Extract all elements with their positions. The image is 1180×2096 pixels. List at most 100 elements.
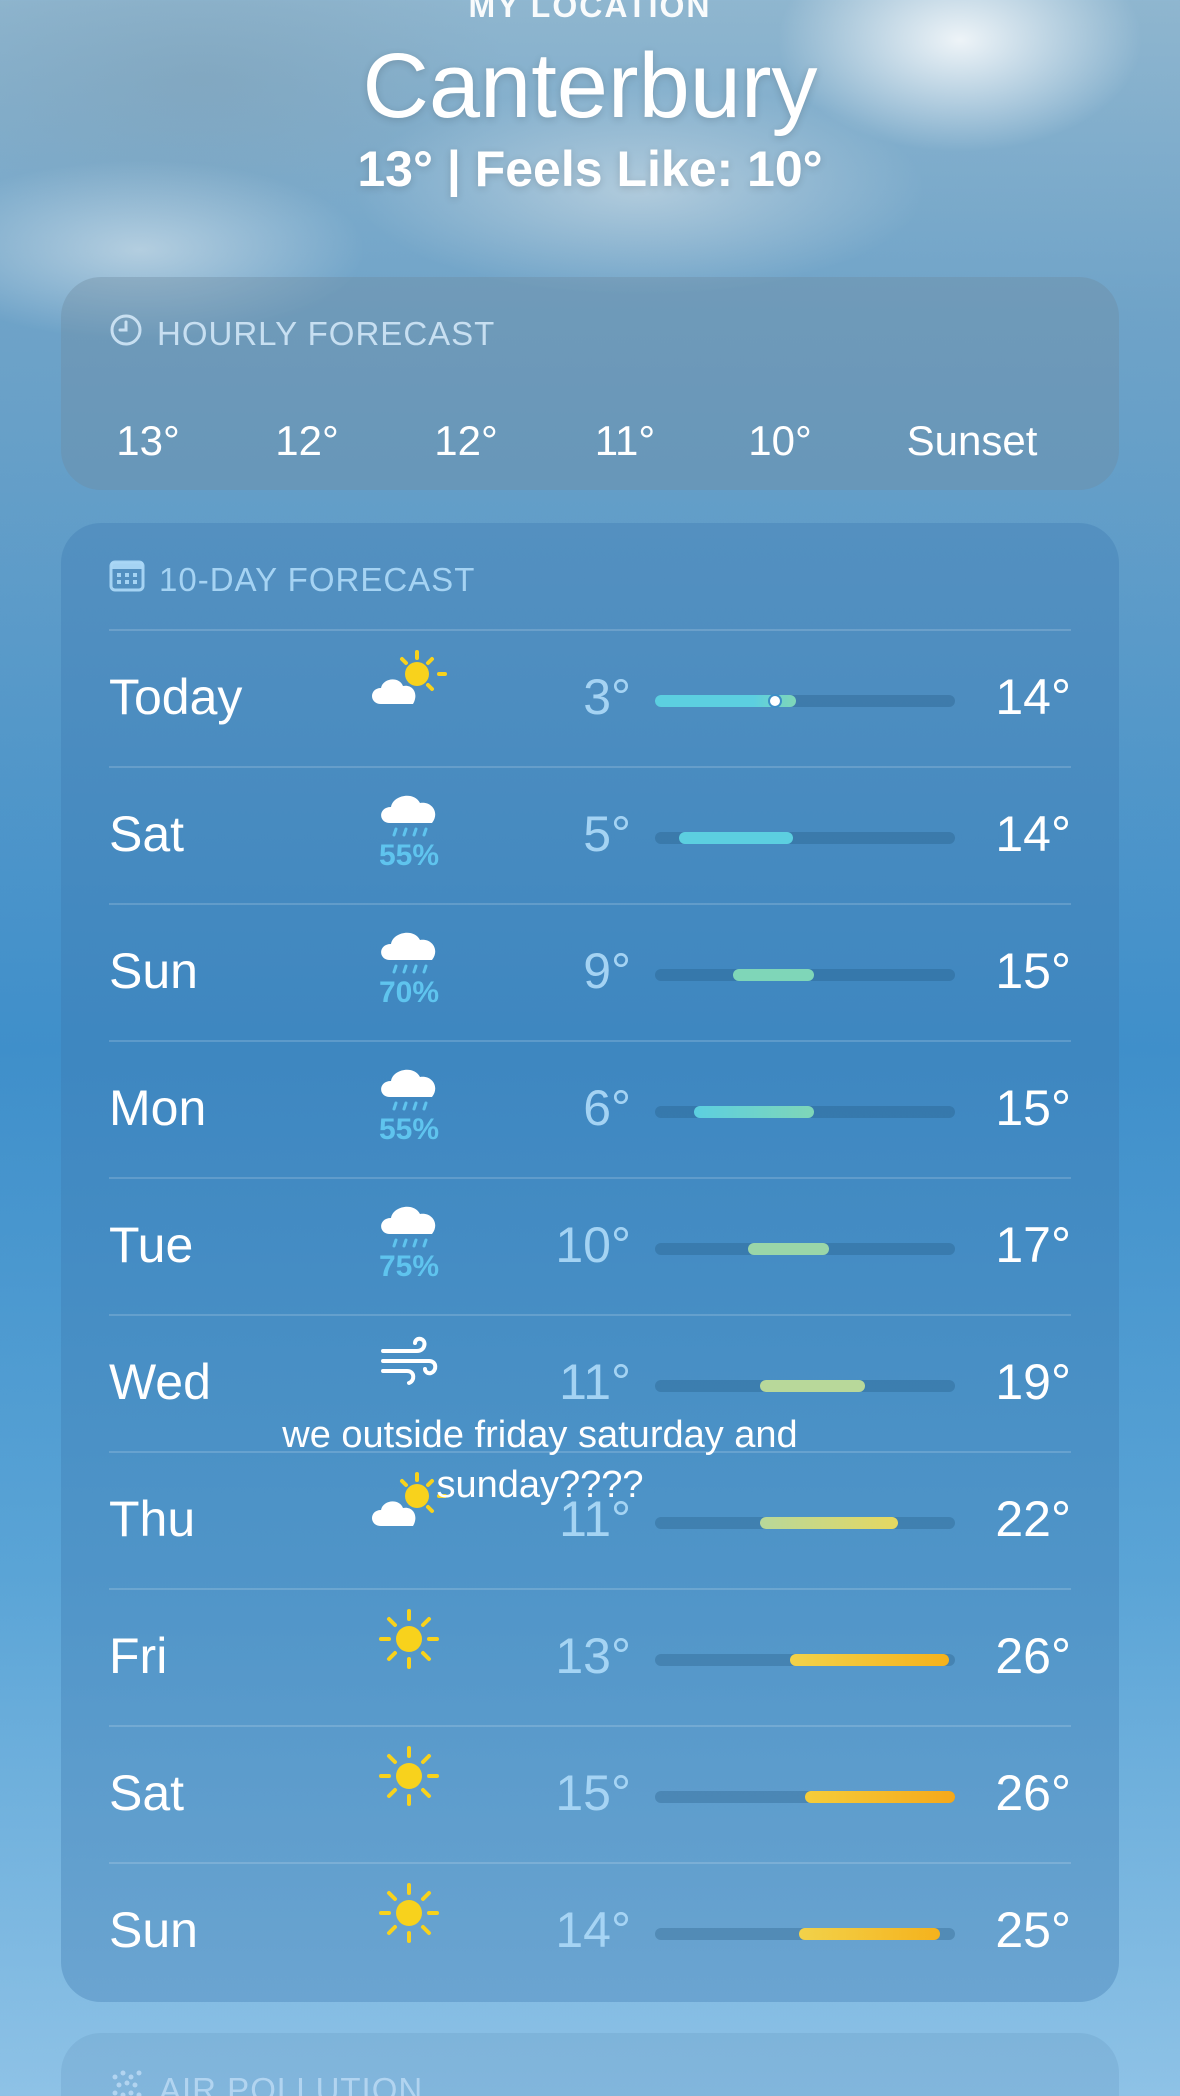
low-temperature: 9°: [583, 943, 631, 999]
low-temperature: 5°: [583, 806, 631, 862]
low-temperature: 3°: [583, 669, 631, 725]
air-pollution-header: AIR POLLUTION: [109, 2069, 423, 2096]
temperature-range-bar: [655, 694, 955, 708]
day-name: Mon: [109, 1080, 207, 1136]
precipitation-chance: 55%: [378, 839, 440, 872]
low-temperature: 13°: [555, 1628, 631, 1684]
hourly-forecast-card[interactable]: HOURLY FORECAST 13° 12° 12° 11° 10° Suns…: [61, 277, 1119, 490]
hourly-item: 12°: [434, 417, 498, 464]
high-temperature: 19°: [995, 1354, 1071, 1410]
weather-condition: [359, 1607, 459, 1671]
low-temperature: 10°: [555, 1217, 631, 1273]
temperature-range-bar: [655, 1654, 955, 1666]
day-name: Sun: [109, 943, 198, 999]
temperature-range-fill: [694, 1106, 814, 1118]
hourly-item-sunset: Sunset: [906, 417, 1038, 464]
temperature-range-fill: [760, 1380, 865, 1392]
sun-icon: [359, 1744, 459, 1808]
temperature-range-fill: [748, 1243, 829, 1255]
forecast-day-row[interactable]: Mon 55% 6° 15°: [61, 1041, 1119, 1178]
temperature-range-fill: [760, 1517, 898, 1529]
low-temperature: 14°: [555, 1902, 631, 1958]
precipitation-chance: 55%: [378, 1113, 440, 1146]
hourly-item: 11°: [594, 417, 656, 464]
weather-condition: [359, 1333, 459, 1389]
weather-condition: 75%: [359, 1196, 459, 1284]
air-quality-icon: [109, 2069, 145, 2096]
high-temperature: 14°: [995, 806, 1071, 862]
temperature-range-fill: [790, 1654, 949, 1666]
partly-sunny-icon: [359, 648, 459, 712]
temperature-range-bar: [655, 1517, 955, 1529]
precipitation-chance: 70%: [378, 976, 440, 1009]
high-temperature: 15°: [995, 943, 1071, 999]
day-name: Sat: [109, 1765, 185, 1821]
current-temperature-marker: [768, 694, 782, 708]
current-temperature-summary: 13° | Feels Like: 10°: [357, 141, 823, 197]
hourly-forecast-header: HOURLY FORECAST: [109, 313, 495, 355]
high-temperature: 26°: [995, 1765, 1071, 1821]
day-name: Fri: [109, 1628, 168, 1684]
temperature-range-fill: [805, 1791, 955, 1803]
temperature-range-bar: [655, 1791, 955, 1803]
weather-condition: [359, 648, 459, 712]
precipitation-chance: 75%: [378, 1250, 440, 1283]
hourly-item: 10°: [748, 417, 812, 464]
sun-icon: [359, 1607, 459, 1671]
air-pollution-title: AIR POLLUTION: [159, 2071, 424, 2096]
rain-icon: [359, 785, 459, 845]
forecast-day-row[interactable]: Today 3° 14°: [61, 630, 1119, 767]
day-name: Tue: [109, 1217, 194, 1273]
day-name: Sat: [109, 806, 185, 862]
forecast-day-row[interactable]: Sun 14° 25°: [61, 1863, 1119, 2000]
calendar-icon: [109, 559, 145, 601]
temperature-range-fill: [679, 832, 793, 844]
rain-icon: [359, 1196, 459, 1256]
high-temperature: 22°: [995, 1491, 1071, 1547]
hourly-forecast-title: HOURLY FORECAST: [157, 315, 496, 352]
temperature-range-fill: [733, 969, 814, 981]
high-temperature: 14°: [995, 669, 1071, 725]
air-pollution-card[interactable]: AIR POLLUTION: [61, 2033, 1119, 2096]
low-temperature: 6°: [583, 1080, 631, 1136]
low-temperature: 15°: [555, 1765, 631, 1821]
forecast-day-row[interactable]: Fri 13° 26°: [61, 1589, 1119, 1726]
temperature-range-bar: [655, 1243, 955, 1255]
weather-condition: 55%: [359, 785, 459, 873]
high-temperature: 15°: [995, 1080, 1071, 1136]
weather-condition: 55%: [359, 1059, 459, 1147]
temperature-range-bar: [655, 1380, 955, 1392]
weather-condition: 70%: [359, 922, 459, 1010]
wind-icon: [359, 1333, 459, 1389]
clock-icon: [109, 313, 143, 355]
location-label: MY LOCATION: [468, 0, 712, 24]
weather-condition: [359, 1744, 459, 1808]
forecast-day-row[interactable]: Tue 75% 10° 17°: [61, 1178, 1119, 1315]
temperature-range-bar: [655, 1106, 955, 1118]
rain-icon: [359, 922, 459, 982]
hourly-items[interactable]: 13° 12° 12° 11° 10° Sunset: [61, 417, 1119, 477]
temperature-range-fill: [799, 1928, 940, 1940]
weather-condition: [359, 1881, 459, 1945]
ten-day-forecast-header: 10-DAY FORECAST: [109, 559, 475, 601]
day-name: Wed: [109, 1354, 211, 1410]
overlay-caption: we outside friday saturday and sunday???…: [282, 1414, 798, 1506]
temperature-range-bar: [655, 1928, 955, 1940]
day-name: Sun: [109, 1902, 198, 1958]
high-temperature: 26°: [995, 1628, 1071, 1684]
hourly-item: 13°: [116, 417, 180, 464]
forecast-day-row[interactable]: Sat 55% 5° 14°: [61, 767, 1119, 904]
forecast-day-row[interactable]: Sat 15° 26°: [61, 1726, 1119, 1863]
temperature-range-bar: [655, 969, 955, 981]
hourly-item: 12°: [275, 417, 339, 464]
day-name: Thu: [109, 1491, 196, 1547]
rain-icon: [359, 1059, 459, 1119]
forecast-day-row[interactable]: Sun 70% 9° 15°: [61, 904, 1119, 1041]
city-name: Canterbury: [362, 35, 818, 137]
high-temperature: 17°: [995, 1217, 1071, 1273]
low-temperature: 11°: [559, 1354, 631, 1410]
ten-day-forecast-title: 10-DAY FORECAST: [159, 561, 476, 598]
day-name: Today: [109, 669, 243, 725]
ten-day-forecast-card[interactable]: 10-DAY FORECAST Today 3° 14° Sat 55% 5° …: [61, 523, 1119, 2002]
temperature-range-bar: [655, 832, 955, 844]
